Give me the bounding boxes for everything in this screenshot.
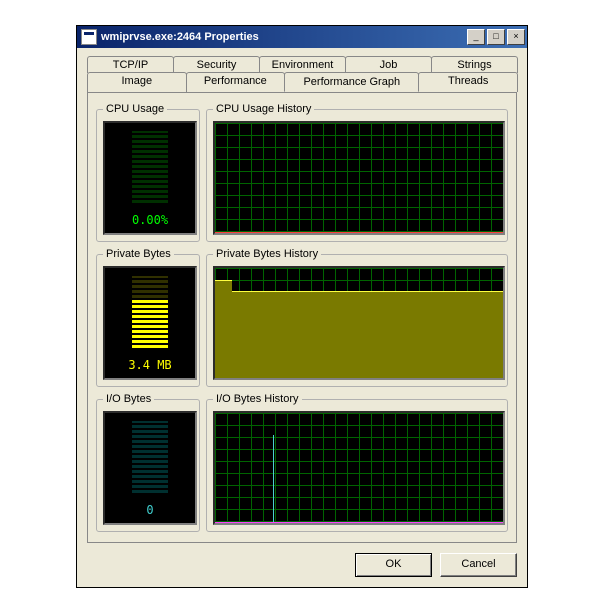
titlebar[interactable]: wmiprvse.exe:2464 Properties _ □ ×: [77, 26, 527, 48]
private-bytes-history-group: Private Bytes History: [206, 248, 508, 387]
tab-job[interactable]: Job: [345, 56, 432, 73]
tab-image[interactable]: Image: [87, 72, 187, 92]
private-bytes-value: 3.4 MB: [105, 358, 195, 372]
private-bytes-group: Private Bytes 3.4 MB: [96, 248, 200, 387]
maximize-button[interactable]: □: [487, 29, 505, 45]
cpu-gauge-bars: [132, 131, 168, 203]
private-bytes-history-label: Private Bytes History: [213, 248, 321, 260]
cpu-value: 0.00%: [105, 213, 195, 227]
cpu-usage-label: CPU Usage: [103, 103, 167, 115]
ok-button[interactable]: OK: [355, 553, 432, 577]
tab-environment[interactable]: Environment: [259, 56, 346, 73]
app-icon: [81, 29, 97, 45]
grid-icon: [215, 413, 503, 523]
cpu-gauge: 0.00%: [103, 121, 197, 235]
io-bytes-gauge: 0: [103, 411, 197, 525]
io-bytes-history-chart: [213, 411, 505, 525]
io-bytes-history-label: I/O Bytes History: [213, 393, 302, 405]
io-bytes-label: I/O Bytes: [103, 393, 154, 405]
tab-tcpip[interactable]: TCP/IP: [87, 56, 174, 73]
window-title: wmiprvse.exe:2464 Properties: [101, 31, 467, 43]
io-bytes-gauge-bars: [132, 421, 168, 493]
tab-threads[interactable]: Threads: [418, 72, 518, 92]
io-bytes-history-group: I/O Bytes History: [206, 393, 508, 532]
tab-performance-graph[interactable]: Performance Graph: [284, 72, 419, 92]
pbytes-area-left: [215, 280, 232, 378]
tab-performance[interactable]: Performance: [186, 72, 286, 92]
cancel-button[interactable]: Cancel: [440, 553, 517, 577]
grid-icon: [215, 123, 503, 233]
tab-strings[interactable]: Strings: [431, 56, 518, 73]
io-bytes-row: I/O Bytes 0 I/O Bytes History: [96, 393, 508, 532]
pbytes-area-main: [232, 291, 503, 378]
properties-window: wmiprvse.exe:2464 Properties _ □ × TCP/I…: [76, 25, 528, 588]
window-controls: _ □ ×: [467, 29, 525, 45]
cpu-history-chart: [213, 121, 505, 235]
dialog-buttons: OK Cancel: [87, 553, 517, 577]
io-baseline: [215, 522, 503, 523]
private-bytes-history-chart: [213, 266, 505, 380]
io-spike: [273, 435, 274, 523]
close-button[interactable]: ×: [507, 29, 525, 45]
tab-row-2: Image Performance Performance Graph Thre…: [87, 72, 517, 92]
private-bytes-gauge-bars: [132, 276, 168, 348]
private-bytes-gauge: 3.4 MB: [103, 266, 197, 380]
cpu-usage-group: CPU Usage 0.00%: [96, 103, 200, 242]
io-bytes-value: 0: [105, 503, 195, 517]
private-bytes-row: Private Bytes 3.4 MB Private Bytes Histo…: [96, 248, 508, 387]
tab-security[interactable]: Security: [173, 56, 260, 73]
tab-row-1: TCP/IP Security Environment Job Strings: [87, 56, 517, 73]
io-bytes-group: I/O Bytes 0: [96, 393, 200, 532]
minimize-button[interactable]: _: [467, 29, 485, 45]
cpu-baseline: [215, 232, 503, 233]
cpu-row: CPU Usage 0.00% CPU Usage History: [96, 103, 508, 242]
private-bytes-label: Private Bytes: [103, 248, 174, 260]
cpu-history-label: CPU Usage History: [213, 103, 314, 115]
tab-page: CPU Usage 0.00% CPU Usage History: [87, 92, 517, 543]
cpu-history-group: CPU Usage History: [206, 103, 508, 242]
client-area: TCP/IP Security Environment Job Strings …: [77, 48, 527, 587]
